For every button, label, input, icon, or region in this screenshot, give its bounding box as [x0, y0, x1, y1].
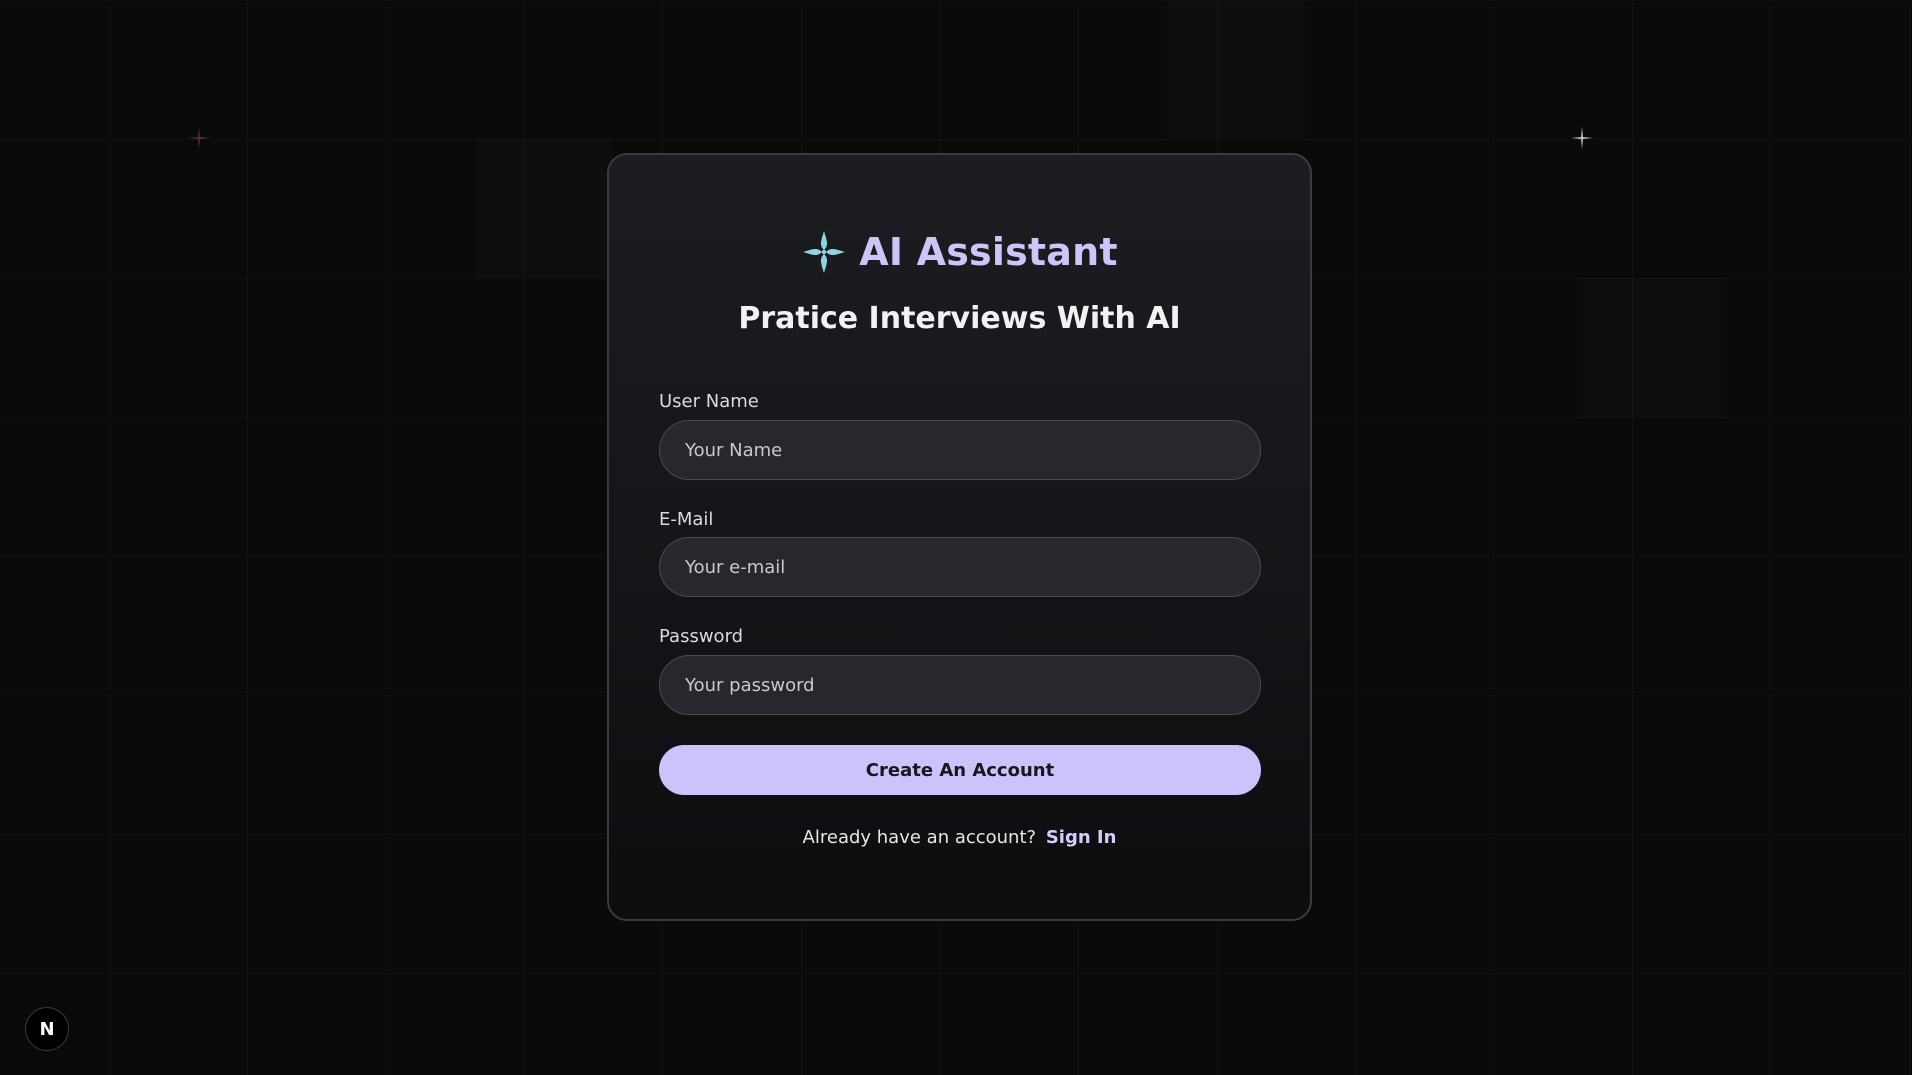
username-input[interactable] [659, 420, 1261, 480]
nextjs-icon: N [39, 1018, 55, 1040]
password-label: Password [659, 626, 744, 647]
background-tile [1167, 0, 1305, 139]
brand-header: AI Assistant [609, 229, 1310, 275]
create-account-button[interactable]: Create An Account [659, 745, 1261, 795]
sign-in-link[interactable]: Sign In [1046, 827, 1117, 848]
nextjs-dev-badge[interactable]: N [25, 1007, 69, 1051]
signin-prompt-text: Already have an account? [802, 827, 1037, 848]
signup-card: AI Assistant Pratice Interviews With AI … [607, 153, 1312, 921]
background-tile [1583, 278, 1721, 417]
email-input[interactable] [659, 537, 1261, 597]
page-subtitle: Pratice Interviews With AI [738, 301, 1181, 336]
app-title: AI Assistant [859, 230, 1118, 274]
signin-prompt-row: Already have an account? Sign In [609, 827, 1310, 848]
sparkle-icon [188, 127, 210, 149]
four-petal-star-icon [803, 231, 846, 273]
background-tile [475, 139, 613, 278]
email-label: E-Mail [659, 509, 714, 530]
password-input[interactable] [659, 655, 1261, 715]
username-label: User Name [659, 391, 759, 412]
sparkle-icon [1571, 127, 1593, 149]
